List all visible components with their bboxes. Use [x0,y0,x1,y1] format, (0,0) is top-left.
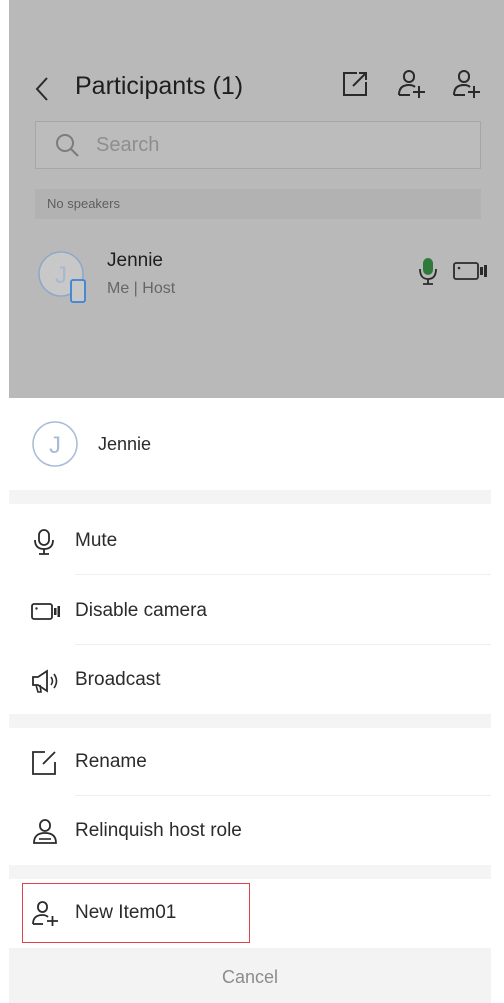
participant-row[interactable]: J Jennie Me | Host [9,240,504,310]
divider [75,795,491,796]
divider [75,644,491,645]
participant-name: Jennie [107,250,163,271]
mute-label: Mute [75,530,118,551]
relinquish-host-label: Relinquish host role [75,820,242,841]
microphone-icon[interactable] [417,256,439,286]
avatar: J [37,250,86,303]
microphone-icon [31,529,57,555]
participants-panel: Participants (1) Search No speakers J Je… [9,0,504,398]
cancel-button[interactable]: Cancel [9,948,491,1003]
divider [75,574,491,575]
add-user-icon[interactable] [395,68,427,100]
sheet-user-name: Jennie [98,434,152,454]
broadcast-label: Broadcast [75,669,161,690]
share-icon[interactable] [339,68,371,100]
disable-camera-label: Disable camera [75,600,207,621]
search-placeholder: Search [96,134,160,156]
mute-button[interactable]: Mute [9,507,491,575]
host-role-icon [31,819,57,845]
search-input[interactable]: Search [35,121,481,169]
section-divider [9,490,491,504]
new-item-label: New Item01 [75,902,177,923]
back-chevron-icon[interactable] [31,74,55,104]
rename-label: Rename [75,751,147,772]
avatar-initial: J [49,432,61,459]
participants-header: Participants (1) [9,68,504,112]
new-item-button[interactable]: New Item01 [22,883,250,943]
camera-icon[interactable] [453,260,489,282]
page-title: Participants (1) [75,72,244,100]
avatar: J [31,420,79,468]
add-user-icon [31,901,58,927]
disable-camera-button[interactable]: Disable camera [9,577,491,645]
cancel-label: Cancel [221,967,279,987]
section-divider [9,714,491,728]
sheet-user-header: J Jennie [9,398,491,490]
section-divider [9,865,491,879]
participant-role: Me | Host [107,280,176,297]
edit-icon [31,750,57,776]
relinquish-host-button[interactable]: Relinquish host role [9,797,491,865]
camera-icon [31,599,60,625]
rename-button[interactable]: Rename [9,728,491,796]
invite-user-icon[interactable] [450,68,482,100]
speakers-bar: No speakers [35,189,481,219]
avatar-initial: J [55,262,67,289]
search-icon [54,132,80,158]
speakers-label: No speakers [47,196,120,211]
megaphone-icon [31,668,58,694]
broadcast-button[interactable]: Broadcast [9,646,491,714]
